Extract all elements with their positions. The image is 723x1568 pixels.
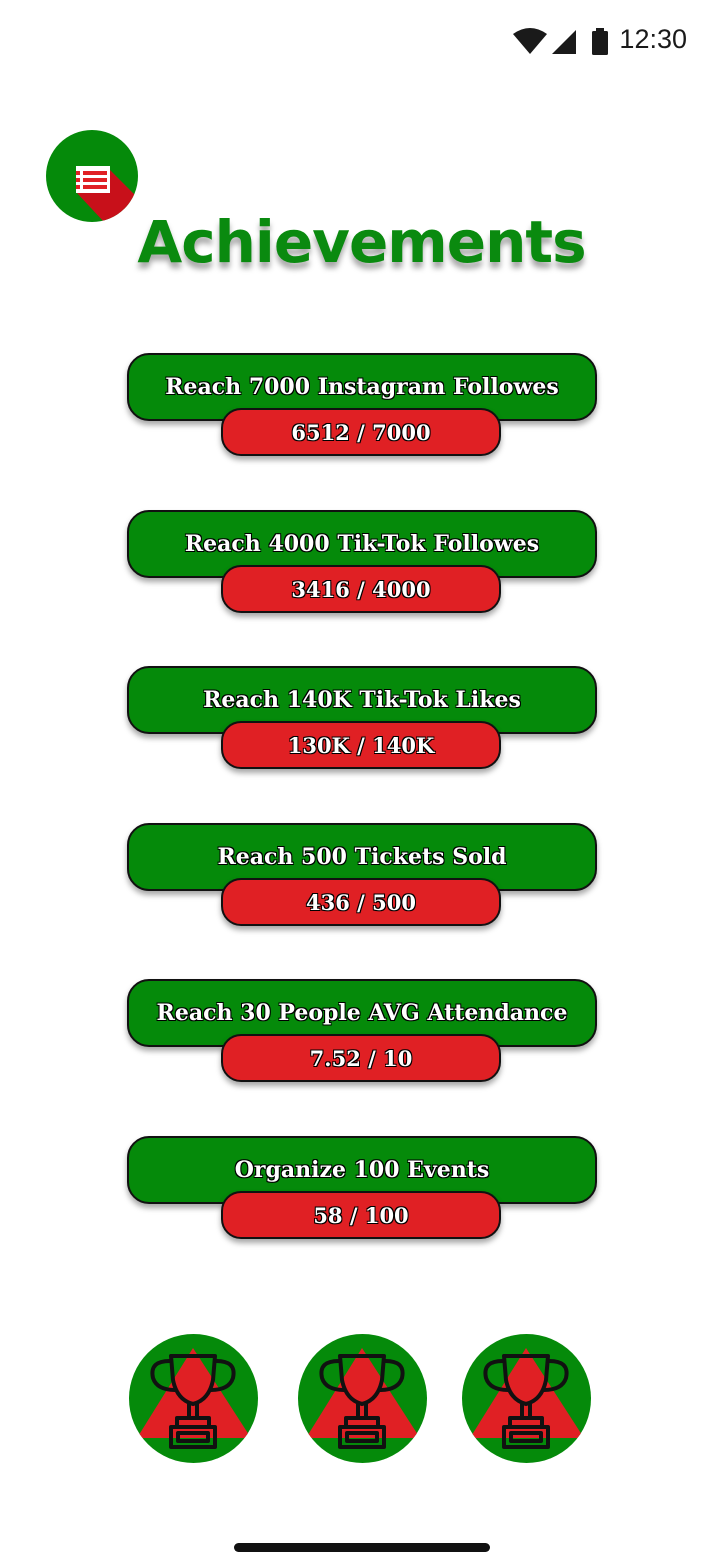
achievement-card: Reach 30 People AVG Attendance 7.52 / 10	[127, 979, 597, 1083]
achievement-progress: 6512 / 7000	[221, 408, 501, 456]
trophy-button-3[interactable]	[462, 1334, 591, 1463]
page-title: Achievements	[137, 208, 586, 276]
achievement-card: Reach 500 Tickets Sold 436 / 500	[127, 823, 597, 927]
trophy-button-1[interactable]	[129, 1334, 258, 1463]
battery-icon	[590, 28, 610, 60]
home-indicator[interactable]	[234, 1543, 490, 1552]
status-bar: 12:30	[0, 0, 723, 84]
trophy-button-2[interactable]	[298, 1334, 427, 1463]
achievement-progress: 7.52 / 10	[221, 1034, 501, 1082]
trophy-icon	[137, 1348, 251, 1449]
achievement-card: Organize 100 Events 58 / 100	[127, 1136, 597, 1240]
achievement-card: Reach 140K Tik-Tok Likes 130K / 140K	[127, 666, 597, 770]
status-time: 12:30	[619, 24, 687, 54]
cellular-signal-icon	[550, 28, 578, 60]
achievement-progress: 58 / 100	[221, 1191, 501, 1239]
trophy-icon	[470, 1348, 584, 1449]
achievement-card: Reach 4000 Tik-Tok Followes 3416 / 4000	[127, 510, 597, 614]
achievement-progress: 130K / 140K	[221, 721, 501, 769]
trophy-icon	[306, 1348, 420, 1449]
achievement-card: Reach 7000 Instagram Followes 6512 / 700…	[127, 353, 597, 457]
achievement-progress: 436 / 500	[221, 878, 501, 926]
achievement-progress: 3416 / 4000	[221, 565, 501, 613]
wifi-icon	[512, 28, 548, 60]
